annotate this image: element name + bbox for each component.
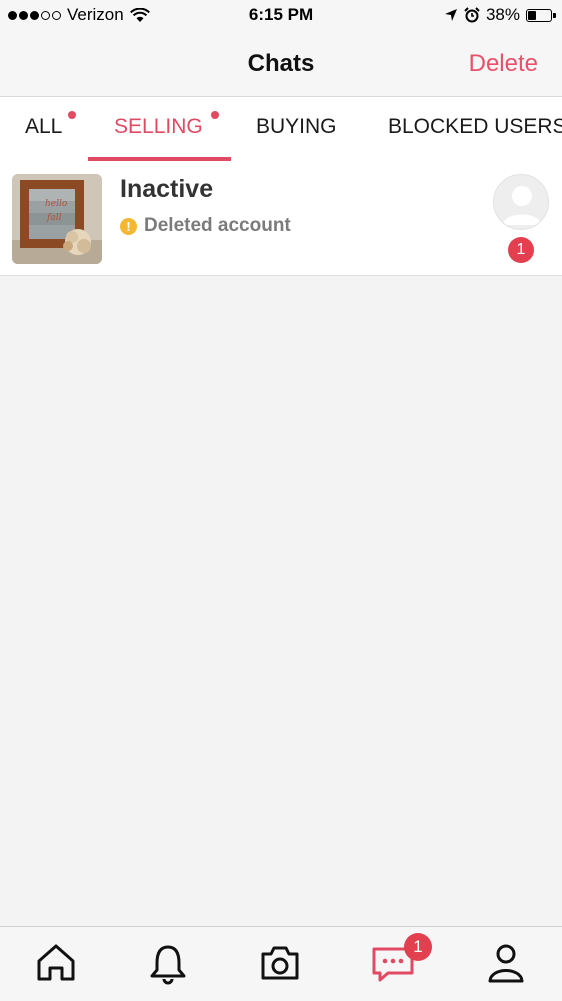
profile-icon[interactable] [484, 941, 528, 985]
chat-status: ! Deleted account [120, 215, 291, 237]
svg-text:fall: fall [46, 213, 62, 223]
tab-label: SELLING [114, 115, 203, 138]
tab-buying[interactable]: BUYING [256, 115, 337, 139]
alarm-clock-icon [464, 7, 480, 23]
unread-count-badge: 1 [508, 237, 534, 263]
warning-icon: ! [120, 217, 137, 235]
status-right: 38% [444, 5, 556, 25]
unread-dot-icon [68, 111, 76, 119]
svg-text:hello: hello [45, 199, 68, 209]
listing-thumbnail: hello fall [12, 174, 102, 264]
chat-notification-badge: 1 [404, 933, 432, 961]
tab-selling[interactable]: SELLING [114, 111, 219, 139]
status-bar: Verizon 6:15 PM 38% [0, 0, 562, 32]
navigation-bar: Chats Delete [0, 32, 562, 97]
chat-filter-tabs: ALL SELLING BUYING BLOCKED USERS [0, 97, 562, 161]
home-icon[interactable] [34, 941, 78, 985]
user-placeholder-icon [503, 186, 541, 225]
tab-all[interactable]: ALL [25, 111, 76, 139]
bell-icon[interactable] [146, 941, 190, 985]
location-arrow-icon [444, 9, 457, 21]
product-photo: hello fall [12, 174, 102, 264]
tab-label: BLOCKED USERS [388, 115, 562, 138]
chat-list-item[interactable]: hello fall Inactive ! Deleted account 1 [0, 161, 562, 276]
camera-icon[interactable] [258, 941, 302, 985]
battery-percent: 38% [485, 5, 520, 24]
status-text: Deleted account [144, 215, 291, 236]
tab-blocked-users[interactable]: BLOCKED USERS [388, 115, 562, 139]
tab-label: ALL [25, 115, 63, 138]
delete-button[interactable]: Delete [469, 50, 538, 78]
unread-dot-icon [211, 111, 219, 119]
battery-icon [526, 8, 556, 22]
user-avatar[interactable] [493, 174, 549, 230]
tab-label: BUYING [256, 115, 337, 138]
bottom-tab-bar: 1 [0, 926, 562, 1001]
chat-title: Inactive [120, 175, 214, 203]
